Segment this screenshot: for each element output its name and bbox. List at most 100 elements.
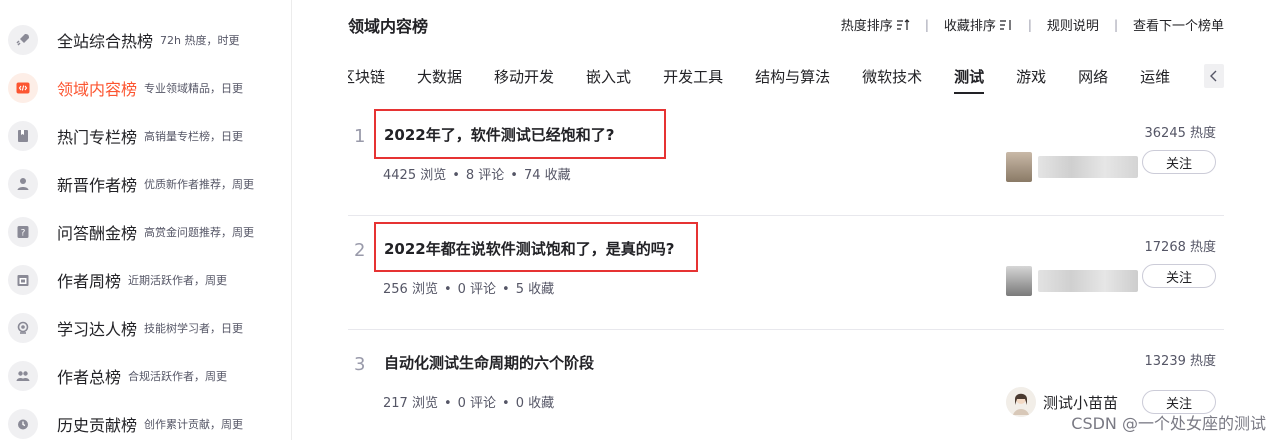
tab-dev-tools[interactable]: 开发工具 bbox=[663, 58, 723, 94]
sort-by-heat-label: 热度排序 bbox=[840, 19, 893, 34]
avatar bbox=[1006, 152, 1032, 182]
tab-blockchain[interactable]: 区块链 bbox=[348, 58, 385, 94]
separator: | bbox=[924, 17, 929, 32]
next-list-link[interactable]: 查看下一个榜单 bbox=[1133, 15, 1224, 34]
rules-link[interactable]: 规则说明 bbox=[1047, 15, 1099, 34]
comments-count: 0 评论 bbox=[457, 396, 497, 411]
sidebar-item-label: 热门专栏榜 bbox=[57, 128, 138, 147]
follow-button[interactable]: 关注 bbox=[1142, 150, 1216, 174]
comments-count: 0 评论 bbox=[457, 282, 497, 297]
sort-icon bbox=[999, 19, 1011, 30]
follow-button[interactable]: 关注 bbox=[1142, 264, 1216, 288]
sidebar-item-label: 学习达人榜 bbox=[57, 320, 138, 339]
sort-by-favorites-label: 收藏排序 bbox=[943, 19, 996, 34]
article-title[interactable]: 2022年了，软件测试已经饱和了? bbox=[384, 124, 614, 145]
tab-mobile-dev[interactable]: 移动开发 bbox=[494, 58, 554, 94]
sidebar-item-learner[interactable]: 学习达人榜 技能树学习者，日更 bbox=[8, 308, 288, 348]
article-stats: 256 浏览 • 0 评论 • 5 收藏 bbox=[383, 278, 554, 297]
tab-embedded[interactable]: 嵌入式 bbox=[586, 58, 631, 94]
sidebar-item-author-weekly[interactable]: 作者周榜 近期活跃作者，周更 bbox=[8, 260, 288, 300]
sidebar-item-desc: 72h 热度，时更 bbox=[160, 34, 240, 47]
chevron-left-icon bbox=[1210, 70, 1217, 82]
tab-network[interactable]: 网络 bbox=[1078, 58, 1108, 94]
tab-ops[interactable]: 运维 bbox=[1140, 58, 1170, 94]
article-stats: 4425 浏览 • 8 评论 • 74 收藏 bbox=[383, 164, 571, 183]
sidebar-item-new-authors[interactable]: 新晋作者榜 优质新作者推荐，周更 bbox=[8, 164, 288, 204]
author-info-blurred[interactable] bbox=[1006, 150, 1146, 184]
sidebar-item-domain-content[interactable]: 领域内容榜 专业领域精品，日更 bbox=[8, 68, 288, 108]
category-tabs: 区块链 大数据 移动开发 嵌入式 开发工具 结构与算法 微软技术 测试 游戏 网… bbox=[348, 58, 1196, 94]
author-name-blurred bbox=[1038, 270, 1138, 292]
sidebar-item-label: 作者周榜 bbox=[57, 272, 122, 291]
author-name-blurred bbox=[1038, 156, 1138, 178]
bookmark-icon bbox=[8, 121, 38, 151]
sidebar-item-label: 历史贡献榜 bbox=[57, 416, 138, 435]
code-icon bbox=[8, 73, 38, 103]
stat-separator: • bbox=[443, 282, 452, 297]
sidebar: 全站综合热榜 72h 热度，时更 领域内容榜 专业领域精品，日更 热门专栏榜 高… bbox=[0, 0, 292, 440]
sort-by-favorites-link[interactable]: 收藏排序 bbox=[944, 15, 1013, 34]
sidebar-item-desc: 技能树学习者，日更 bbox=[144, 322, 244, 335]
stat-separator: • bbox=[502, 282, 510, 297]
avatar bbox=[1006, 387, 1036, 417]
author-info-blurred[interactable] bbox=[1006, 264, 1146, 298]
scroll-left-button[interactable] bbox=[1204, 64, 1224, 88]
tab-testing[interactable]: 测试 bbox=[954, 58, 985, 94]
rank-number: 2 bbox=[354, 240, 366, 261]
article-title[interactable]: 自动化测试生命周期的六个阶段 bbox=[384, 352, 594, 373]
avatar bbox=[1006, 266, 1032, 296]
sidebar-item-label: 领域内容榜 bbox=[57, 80, 138, 99]
sidebar-item-desc: 高销量专栏榜，日更 bbox=[144, 130, 244, 143]
sidebar-item-label: 作者总榜 bbox=[57, 368, 122, 387]
watermark: CSDN @一个处女座的测试 bbox=[1071, 414, 1266, 433]
sidebar-item-desc: 优质新作者推荐，周更 bbox=[144, 178, 255, 191]
tab-games[interactable]: 游戏 bbox=[1016, 58, 1046, 94]
tabs-fade bbox=[1168, 58, 1196, 94]
sidebar-item-history[interactable]: 历史贡献榜 创作累计贡献，周更 bbox=[8, 404, 288, 440]
views-count: 256 浏览 bbox=[383, 282, 438, 297]
sidebar-item-desc: 近期活跃作者，周更 bbox=[128, 274, 228, 287]
heat-score: 36245 热度 bbox=[1144, 126, 1217, 141]
separator: | bbox=[1027, 17, 1032, 32]
avatar-image bbox=[1006, 387, 1036, 417]
history-icon bbox=[8, 409, 38, 439]
sidebar-item-desc: 合规活跃作者，周更 bbox=[128, 370, 228, 383]
stat-separator: • bbox=[502, 396, 510, 411]
stat-separator: • bbox=[510, 168, 518, 183]
sidebar-item-author-total[interactable]: 作者总榜 合规活跃作者，周更 bbox=[8, 356, 288, 396]
group-icon bbox=[8, 361, 38, 391]
rocket-icon bbox=[8, 25, 38, 55]
sidebar-item-qa-reward[interactable]: ? 问答酬金榜 高赏金问题推荐，周更 bbox=[8, 212, 288, 252]
article-title[interactable]: 2022年都在说软件测试饱和了，是真的吗? bbox=[384, 238, 674, 259]
user-icon bbox=[8, 169, 38, 199]
svg-text:?: ? bbox=[21, 229, 26, 239]
sidebar-item-desc: 创作累计贡献，周更 bbox=[144, 418, 244, 431]
comments-count: 8 评论 bbox=[465, 168, 505, 183]
calendar-icon bbox=[8, 265, 38, 295]
heat-score: 13239 热度 bbox=[1144, 354, 1217, 369]
sidebar-item-overall-hot[interactable]: 全站综合热榜 72h 热度，时更 bbox=[8, 20, 288, 60]
article-stats: 217 浏览 • 0 评论 • 0 收藏 bbox=[383, 392, 554, 411]
sidebar-item-desc: 高赏金问题推荐，周更 bbox=[144, 226, 255, 239]
stat-separator: • bbox=[452, 168, 460, 183]
question-icon: ? bbox=[8, 217, 38, 247]
sidebar-item-hot-column[interactable]: 热门专栏榜 高销量专栏榜，日更 bbox=[8, 116, 288, 156]
tab-big-data[interactable]: 大数据 bbox=[417, 58, 462, 94]
rank-number: 3 bbox=[354, 354, 366, 375]
top-links: 热度排序 | 收藏排序 | 规则说明 | 查看下一个榜单 bbox=[841, 15, 1224, 35]
sort-by-heat-link[interactable]: 热度排序 bbox=[841, 15, 910, 34]
sidebar-item-label: 问答酬金榜 bbox=[57, 224, 138, 243]
article-item: 2 2022年都在说软件测试饱和了，是真的吗? 256 浏览 • 0 评论 • 5 收藏… bbox=[348, 216, 1224, 330]
sidebar-item-label: 全站综合热榜 bbox=[57, 32, 154, 51]
tab-algorithms[interactable]: 结构与算法 bbox=[755, 58, 830, 94]
tab-microsoft[interactable]: 微软技术 bbox=[862, 58, 922, 94]
article-item: 1 2022年了，软件测试已经饱和了? 4425 浏览 • 8 评论 • 74 收藏 3… bbox=[348, 102, 1224, 216]
sort-icon bbox=[896, 18, 910, 30]
heat-score: 17268 热度 bbox=[1144, 240, 1217, 255]
sidebar-item-label: 新晋作者榜 bbox=[57, 176, 138, 195]
page-title: 领域内容榜 bbox=[348, 17, 429, 36]
views-count: 4425 浏览 bbox=[383, 168, 447, 183]
views-count: 217 浏览 bbox=[383, 396, 438, 411]
favorites-count: 0 收藏 bbox=[515, 396, 555, 411]
separator: | bbox=[1113, 17, 1118, 32]
